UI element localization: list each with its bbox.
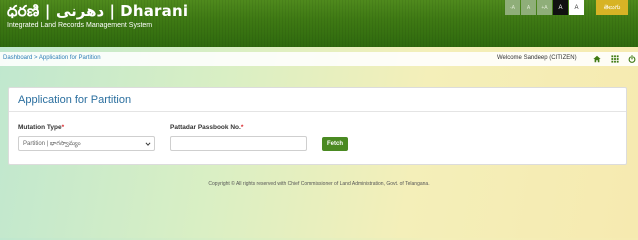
required-marker: * [240,124,244,131]
header-banner: ధరణి | دھرنی | Dharani Integrated Land R… [0,0,638,47]
fetch-button[interactable]: Fetch [322,137,348,151]
chevron-down-icon [145,142,151,146]
passbook-label: Pattadar Passbook No.* [170,124,243,131]
page-title: Application for Partition [18,94,132,106]
mutation-type-selected-value: Partition | భాగస్వామ్యం [23,141,81,147]
mutation-type-select[interactable]: Partition | భాగస్వామ్యం [18,136,155,151]
app-tagline: Integrated Land Records Management Syste… [7,22,153,29]
home-icon[interactable] [593,55,601,63]
language-button[interactable]: తెలుగు [596,0,628,15]
passbook-number-input[interactable] [170,136,307,151]
font-size-controls: -A A +A A A [505,0,585,15]
partition-form-panel: Application for Partition Mutation Type*… [8,87,627,165]
apps-grid-icon[interactable] [611,55,619,63]
font-increase-button[interactable]: +A [537,0,552,15]
dark-contrast-button[interactable]: A [553,0,568,15]
passbook-label-text: Pattadar Passbook No. [170,124,241,131]
panel-divider [9,111,626,112]
footer-copyright: Copyright © All rights reserved with Chi… [208,181,430,187]
font-decrease-button[interactable]: -A [505,0,520,15]
app-title: ధరణి | دھرنی | Dharani [7,2,189,20]
required-marker: * [61,124,65,131]
mutation-type-label-text: Mutation Type [18,124,62,131]
light-contrast-button[interactable]: A [569,0,584,15]
mutation-type-label: Mutation Type* [18,124,64,131]
power-icon[interactable] [628,55,636,63]
breadcrumb-bar: Dashboard > Application for Partition We… [0,52,638,66]
welcome-text: Welcome Sandeep (CITIZEN) [497,55,577,61]
breadcrumb[interactable]: Dashboard > Application for Partition [3,55,101,61]
font-reset-button[interactable]: A [521,0,536,15]
